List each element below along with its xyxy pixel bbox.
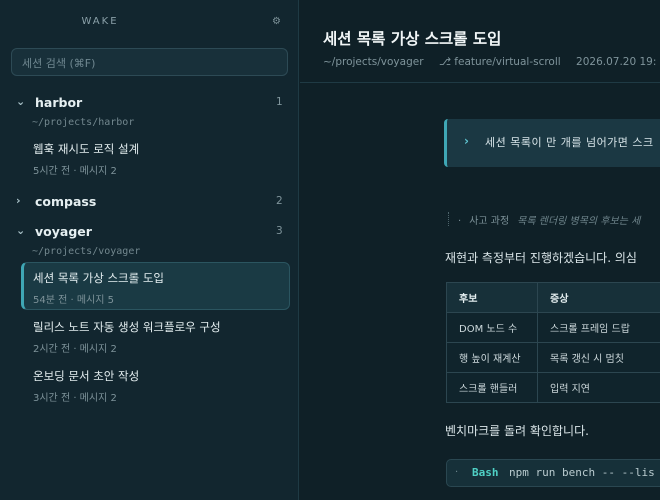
project-session-count: 3: [276, 225, 283, 237]
session-title: 릴리스 노트 자동 생성 워크플로우 구성: [33, 320, 221, 334]
user-message: › 세션 목록이 만 개를 넘어가면 스크: [444, 119, 660, 167]
session-meta: 3시간 전 · 메시지 2: [33, 393, 117, 404]
table-cell: DOM 노드 수: [446, 312, 538, 343]
session-item[interactable]: 온보딩 문서 초안 작성 3시간 전 · 메시지 2: [21, 361, 290, 409]
table-cell: 목록 갱신 시 멈칫: [537, 342, 660, 373]
session-title: 웹훅 재시도 로직 설계: [33, 142, 140, 156]
search-input[interactable]: 세션 검색 (⌘F): [11, 48, 288, 76]
branch-name: ⎇ feature/virtual-scroll: [438, 56, 561, 68]
session-timestamp: 2026.07.20 19:: [576, 56, 657, 68]
chevron-down-icon: ⌄: [16, 95, 26, 108]
sidebar-header: WAKE ⚙: [0, 14, 299, 30]
tool-command: npm run bench -- --lis: [509, 466, 655, 479]
session-header: 세션 목록 가상 스크롤 도입 ~/projects/voyager ⎇ fea…: [300, 0, 660, 83]
table-cell: 행 높이 재계산: [446, 342, 538, 373]
bullet-icon: ·: [455, 467, 459, 478]
candidate-table: 후보 증상 DOM 노드 수 스크롤 프레임 드랍 행 높이 재계산 목록 갱신…: [446, 282, 660, 403]
chevron-down-icon: ⌄: [16, 224, 26, 237]
project-name: compass: [35, 194, 97, 209]
project-compass[interactable]: › compass 2: [0, 194, 299, 212]
bullet-icon: ·: [458, 216, 462, 227]
session-meta: 2시간 전 · 메시지 2: [33, 344, 117, 355]
thinking-summary: 목록 렌더링 병목의 후보는 세: [517, 216, 641, 227]
chevron-right-icon: ›: [16, 194, 21, 207]
table-row: 행 높이 재계산 목록 갱신 시 멈칫: [446, 342, 660, 373]
chevron-right-icon: ›: [464, 134, 469, 148]
gear-icon[interactable]: ⚙: [272, 16, 281, 27]
table-cell: 입력 지연: [537, 372, 660, 403]
session-item-active[interactable]: 세션 목록 가상 스크롤 도입 54분 전 · 메시지 5: [21, 262, 290, 310]
sidebar: WAKE ⚙ 세션 검색 (⌘F) ⌄ harbor 1 ~/projects/…: [0, 0, 299, 500]
table-row: DOM 노드 수 스크롤 프레임 드랍: [446, 312, 660, 343]
table-cell: 스크롤 프레임 드랍: [537, 312, 660, 343]
table-row: 스크롤 핸들러 입력 지연: [446, 372, 660, 403]
session-meta-row: ~/projects/voyager ⎇ feature/virtual-scr…: [323, 56, 660, 68]
project-path: ~/projects/voyager: [323, 56, 424, 68]
project-session-count: 2: [276, 195, 283, 207]
project-path: ~/projects/voyager: [32, 246, 141, 257]
project-name: harbor: [35, 95, 83, 110]
app-brand: WAKE: [81, 16, 119, 27]
table-cell: 스크롤 핸들러: [446, 372, 538, 403]
session-item[interactable]: 릴리스 노트 자동 생성 워크플로우 구성 2시간 전 · 메시지 2: [21, 312, 290, 360]
assistant-text: 재현과 측정부터 진행하겠습니다. 의심: [445, 251, 637, 265]
main-panel: 세션 목록 가상 스크롤 도입 ~/projects/voyager ⎇ fea…: [300, 0, 660, 500]
session-title: 온보딩 문서 초안 작성: [33, 369, 140, 383]
tool-name: Bash: [472, 466, 499, 479]
project-name: voyager: [35, 224, 92, 239]
session-item[interactable]: 웹훅 재시도 로직 설계 5시간 전 · 메시지 2: [21, 134, 290, 182]
thinking-label: 사고 과정: [469, 216, 510, 227]
user-message-text: 세션 목록이 만 개를 넘어가면 스크: [485, 136, 654, 149]
page-title: 세션 목록 가상 스크롤 도입: [323, 30, 502, 48]
thinking-block[interactable]: · 사고 과정 목록 렌더링 병목의 후보는 세: [448, 212, 640, 227]
project-voyager[interactable]: ⌄ voyager 3: [0, 224, 299, 242]
project-path: ~/projects/harbor: [32, 117, 135, 128]
tool-call-block[interactable]: · Bash npm run bench -- --lis: [446, 459, 660, 487]
project-session-count: 1: [276, 96, 283, 108]
assistant-text: 벤치마크를 돌려 확인합니다.: [445, 424, 589, 438]
table-header: 증상: [537, 282, 660, 313]
table-header: 후보: [446, 282, 538, 313]
session-title: 세션 목록 가상 스크롤 도입: [33, 271, 165, 285]
session-meta: 54분 전 · 메시지 5: [33, 295, 114, 306]
session-meta: 5시간 전 · 메시지 2: [33, 166, 117, 177]
project-harbor[interactable]: ⌄ harbor 1: [0, 95, 299, 113]
table-header-row: 후보 증상: [446, 282, 660, 313]
